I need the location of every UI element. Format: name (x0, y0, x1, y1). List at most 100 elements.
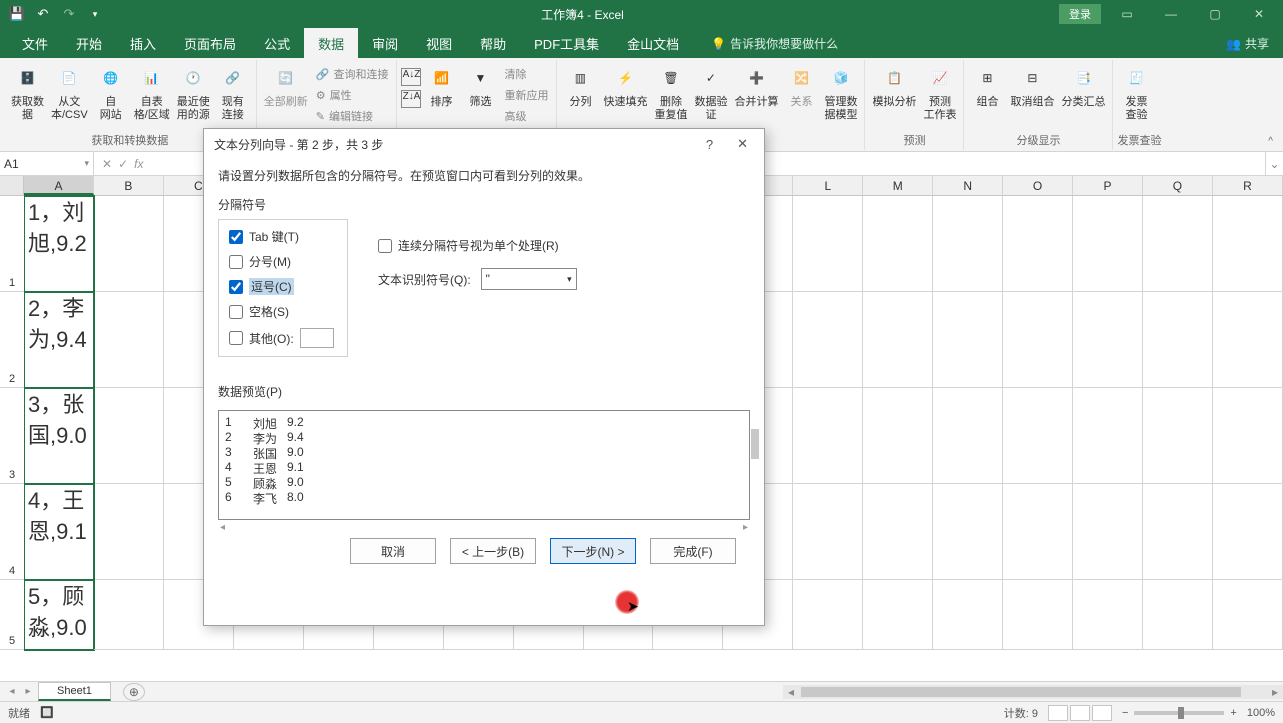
undo-icon[interactable]: ↶ (32, 3, 54, 25)
qat-dropdown-icon[interactable]: ▾ (84, 3, 106, 25)
view-normal-button[interactable] (1048, 705, 1068, 721)
cell[interactable] (933, 580, 1003, 650)
column-header[interactable]: P (1073, 176, 1143, 195)
properties-button[interactable]: ⚙属性 (312, 85, 393, 105)
advanced-button[interactable]: 高级 (500, 106, 552, 126)
group-button[interactable]: ⊞组合 (968, 60, 1006, 111)
tab-home[interactable]: 开始 (62, 28, 116, 58)
cell[interactable] (94, 196, 164, 292)
cell[interactable] (933, 388, 1003, 484)
save-icon[interactable]: 💾 (6, 3, 28, 25)
help-button[interactable]: ? (700, 135, 719, 154)
cell[interactable] (1073, 292, 1143, 388)
minimize-icon[interactable]: — (1153, 3, 1189, 25)
row-header[interactable]: 1 (0, 196, 24, 292)
cancel-button[interactable]: 取消 (350, 538, 436, 564)
tab-help[interactable]: 帮助 (466, 28, 520, 58)
macro-icon[interactable]: 🔲 (40, 706, 54, 719)
cell[interactable] (1003, 580, 1073, 650)
refresh-all-button[interactable]: 🔄全部刷新 (261, 60, 311, 111)
zoom-out-icon[interactable]: − (1122, 707, 1128, 719)
cell[interactable] (1073, 580, 1143, 650)
flash-fill-button[interactable]: ⚡快速填充 (600, 60, 650, 111)
cell[interactable] (863, 292, 933, 388)
close-icon[interactable]: ✕ (731, 134, 754, 154)
sort-button[interactable]: 📶排序 (422, 60, 460, 111)
next-button[interactable]: 下一步(N) > (550, 538, 636, 564)
cell[interactable] (793, 484, 863, 580)
cell[interactable] (1143, 484, 1213, 580)
tab-file[interactable]: 文件 (8, 28, 62, 58)
consolidate-button[interactable]: ➕合并计算 (731, 60, 781, 111)
whatif-button[interactable]: 📋模拟分析 (869, 60, 919, 111)
get-data-button[interactable]: 🗄️获取数 据 (8, 60, 47, 124)
cell[interactable]: 2，李为,9.4 (24, 292, 94, 388)
tab-formulas[interactable]: 公式 (250, 28, 304, 58)
cell[interactable] (94, 292, 164, 388)
cell[interactable] (1003, 196, 1073, 292)
maximize-icon[interactable]: ▢ (1197, 3, 1233, 25)
column-header[interactable]: Q (1143, 176, 1213, 195)
cell[interactable] (1003, 292, 1073, 388)
tab-insert[interactable]: 插入 (116, 28, 170, 58)
qualifier-select[interactable]: " ▾ (481, 268, 577, 290)
filter-button[interactable]: ▼筛选 (461, 60, 499, 111)
horizontal-scrollbar[interactable]: ◂ ▸ (783, 685, 1283, 699)
add-sheet-button[interactable]: ⊕ (123, 683, 145, 701)
tab-layout[interactable]: 页面布局 (170, 28, 250, 58)
close-icon[interactable]: ✕ (1241, 3, 1277, 25)
cell[interactable] (1213, 580, 1283, 650)
cell[interactable] (1143, 196, 1213, 292)
chevron-down-icon[interactable]: ▾ (84, 158, 89, 169)
cell[interactable] (1143, 388, 1213, 484)
share-button[interactable]: 👥 共享 (1212, 29, 1283, 58)
tab-view[interactable]: 视图 (412, 28, 466, 58)
zoom-slider[interactable]: − + (1122, 707, 1237, 719)
finish-button[interactable]: 完成(F) (650, 538, 736, 564)
cell[interactable] (863, 580, 933, 650)
cell[interactable] (933, 292, 1003, 388)
cell[interactable]: 5，顾淼,9.0 (24, 580, 94, 650)
sheet-tab[interactable]: Sheet1 (38, 682, 111, 701)
cell[interactable] (793, 196, 863, 292)
cell[interactable] (1143, 580, 1213, 650)
tab-wps[interactable]: 金山文档 (613, 28, 693, 58)
from-web-button[interactable]: 🌐自 网站 (92, 60, 130, 124)
cell[interactable] (94, 388, 164, 484)
column-header[interactable]: M (863, 176, 933, 195)
queries-button[interactable]: 🔗查询和连接 (312, 64, 393, 84)
column-header[interactable]: L (793, 176, 863, 195)
column-header[interactable]: R (1213, 176, 1283, 195)
tab-pdf[interactable]: PDF工具集 (520, 28, 613, 58)
cell[interactable] (793, 292, 863, 388)
recent-sources-button[interactable]: 🕐最近使 用的源 (174, 60, 213, 124)
sheet-nav-prev-icon[interactable]: ◂ (4, 686, 20, 697)
ungroup-button[interactable]: ⊟取消组合 (1007, 60, 1057, 111)
ribbon-display-icon[interactable]: ▭ (1109, 3, 1145, 25)
other-delimiter-input[interactable] (300, 328, 334, 348)
column-header[interactable]: N (933, 176, 1003, 195)
relations-button[interactable]: 🔀关系 (782, 60, 820, 111)
cell[interactable] (863, 196, 933, 292)
invoice-button[interactable]: 🧾发票 查验 (1117, 60, 1155, 124)
forecast-button[interactable]: 📈预测 工作表 (920, 60, 959, 124)
cell[interactable] (1213, 484, 1283, 580)
space-checkbox[interactable]: 空格(S) (229, 303, 337, 320)
cell[interactable] (1213, 292, 1283, 388)
accept-formula-icon[interactable]: ✓ (118, 157, 128, 171)
cell[interactable] (1073, 388, 1143, 484)
cell[interactable] (1213, 388, 1283, 484)
row-header[interactable]: 2 (0, 292, 24, 388)
cell[interactable] (94, 484, 164, 580)
fx-icon[interactable]: fx (134, 157, 143, 171)
data-validation-button[interactable]: ✓数据验 证 (691, 60, 730, 124)
preview-vscroll[interactable] (751, 429, 759, 459)
cell[interactable] (1003, 388, 1073, 484)
view-break-button[interactable] (1092, 705, 1112, 721)
column-header[interactable]: A (24, 176, 94, 195)
consecutive-checkbox[interactable]: 连续分隔符号视为单个处理(R) (378, 237, 577, 254)
cell[interactable]: 1，刘旭,9.2 (24, 196, 94, 292)
cell[interactable] (793, 580, 863, 650)
semicolon-checkbox[interactable]: 分号(M) (229, 253, 337, 270)
other-checkbox[interactable]: 其他(O): (229, 330, 294, 347)
